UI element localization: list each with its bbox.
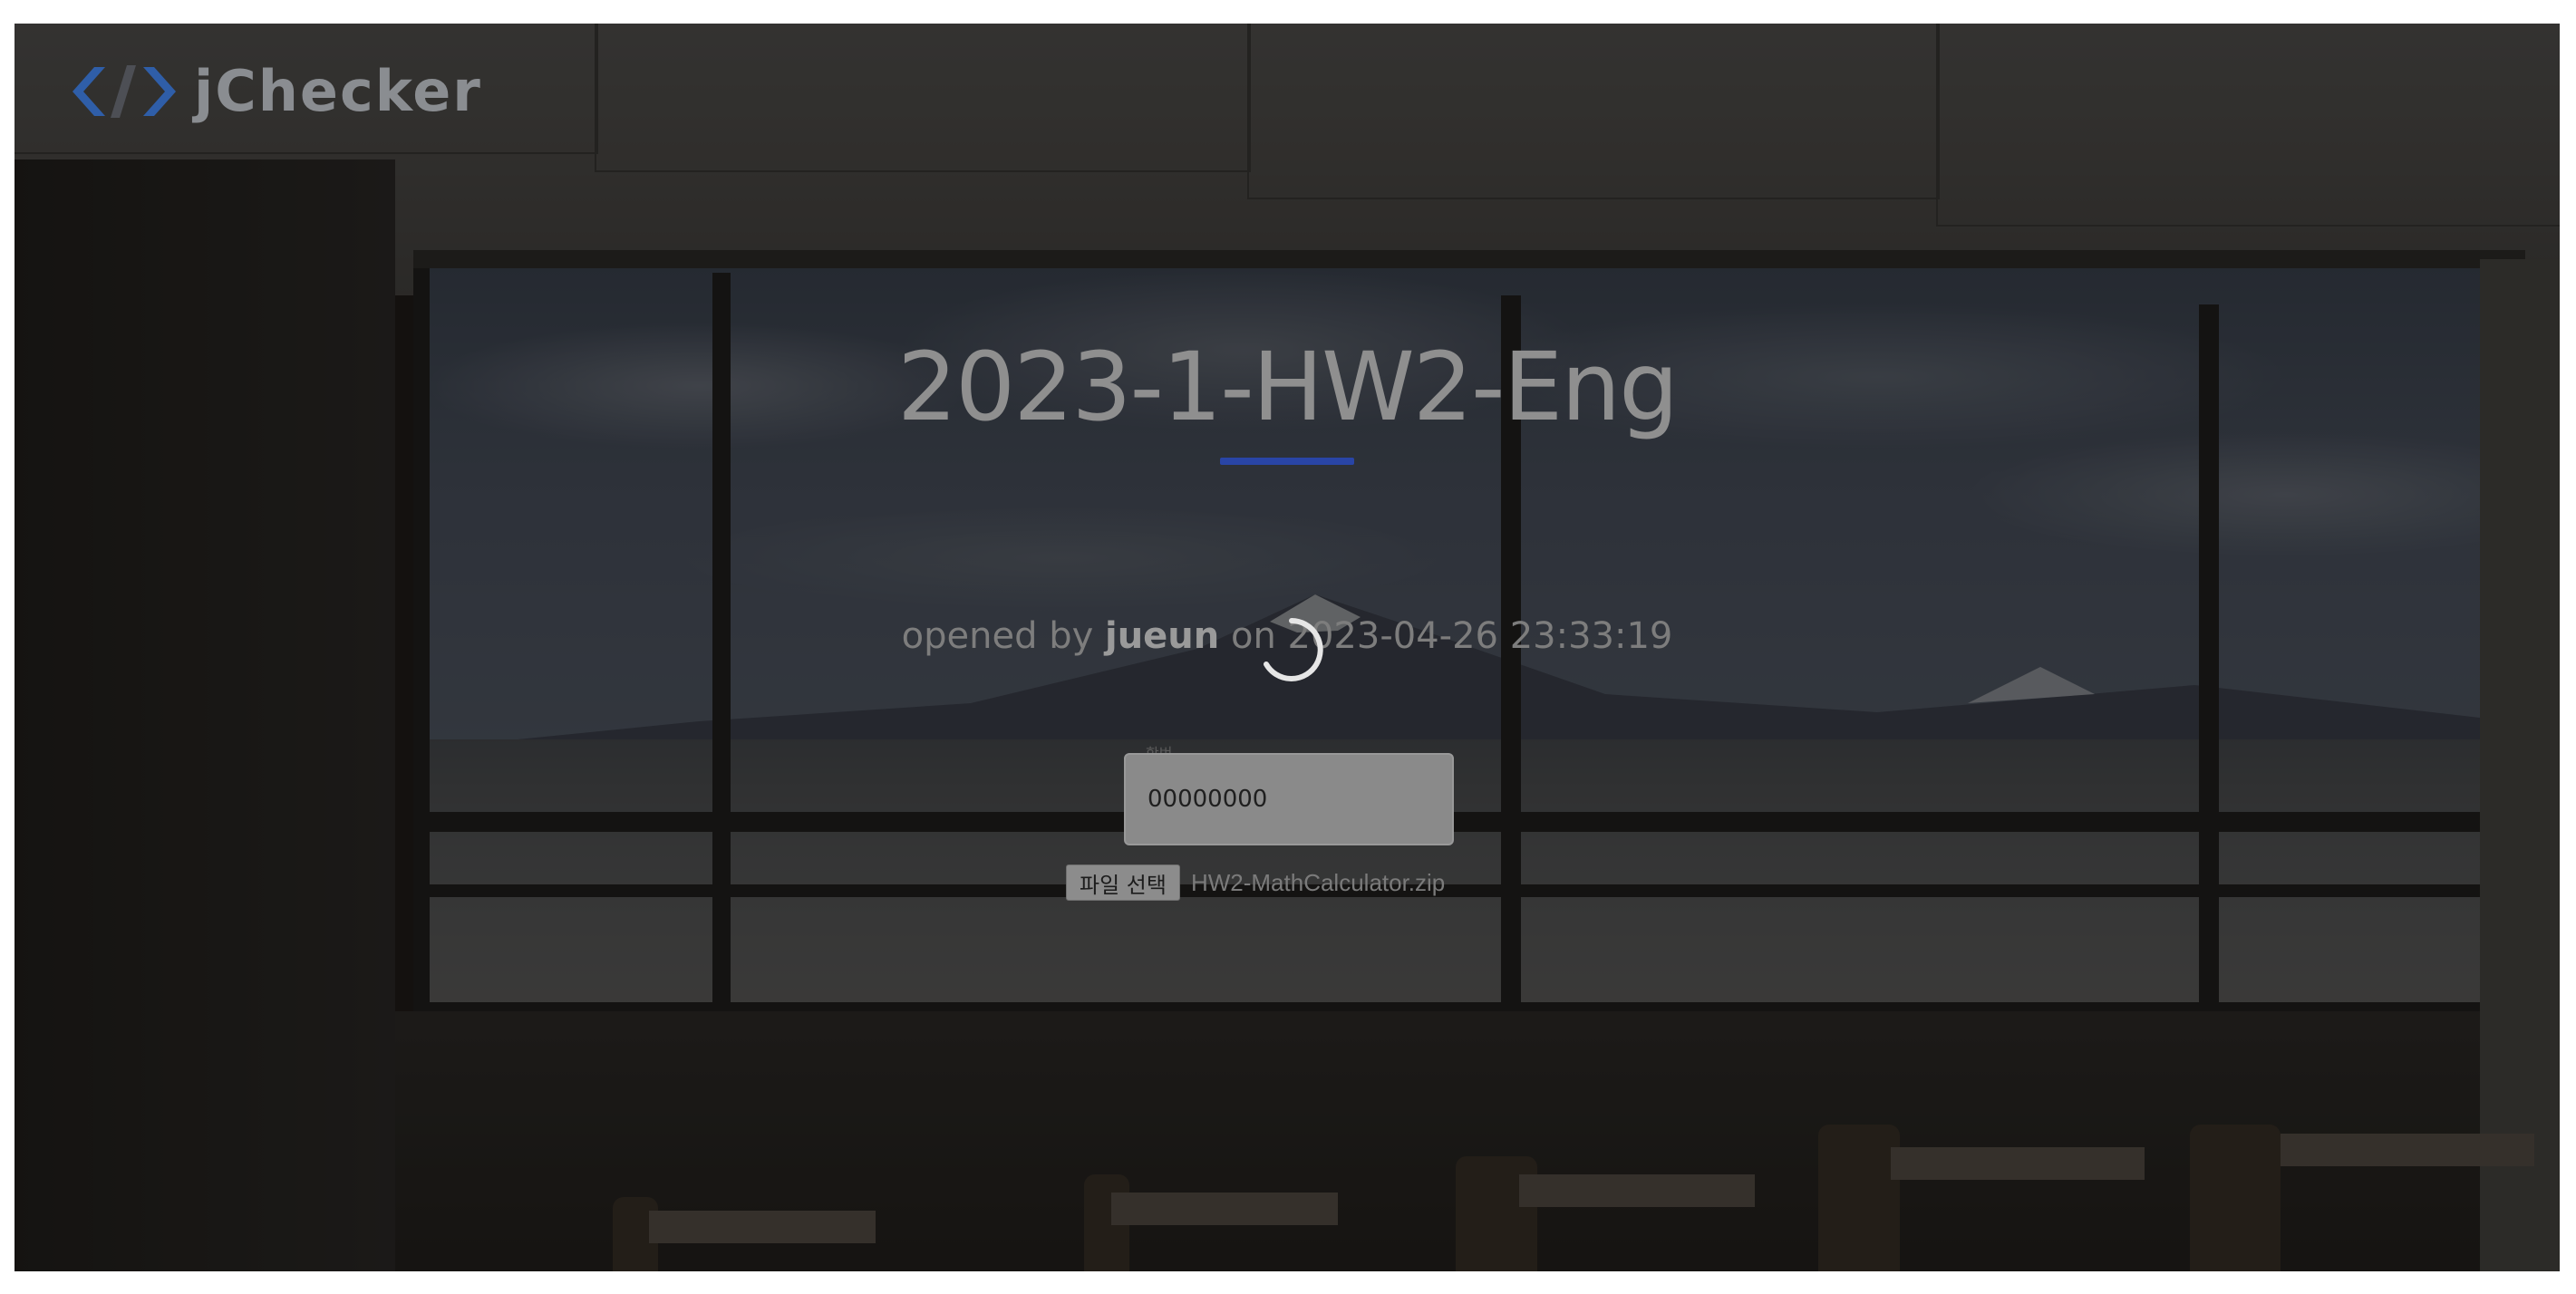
title-underline: [1220, 458, 1354, 465]
page-frame: jChecker 2023-1-HW2-Eng opened by jueun …: [15, 24, 2560, 1271]
logo[interactable]: jChecker: [67, 58, 482, 124]
selected-file-name: HW2-MathCalculator.zip: [1190, 868, 1446, 896]
opened-user: jueun: [1104, 615, 1220, 657]
student-id-input[interactable]: [1124, 753, 1454, 845]
loading-spinner-icon: [1264, 618, 1323, 681]
logo-text: jChecker: [194, 58, 482, 124]
page-title: 2023-1-HW2-Eng: [896, 332, 1679, 442]
code-brackets-icon: [73, 64, 176, 118]
choose-file-button[interactable]: 파일 선택: [1066, 864, 1180, 901]
file-chooser: 파일 선택 HW2-MathCalculator.zip: [1066, 864, 1445, 901]
opened-prefix: opened by: [901, 615, 1105, 657]
